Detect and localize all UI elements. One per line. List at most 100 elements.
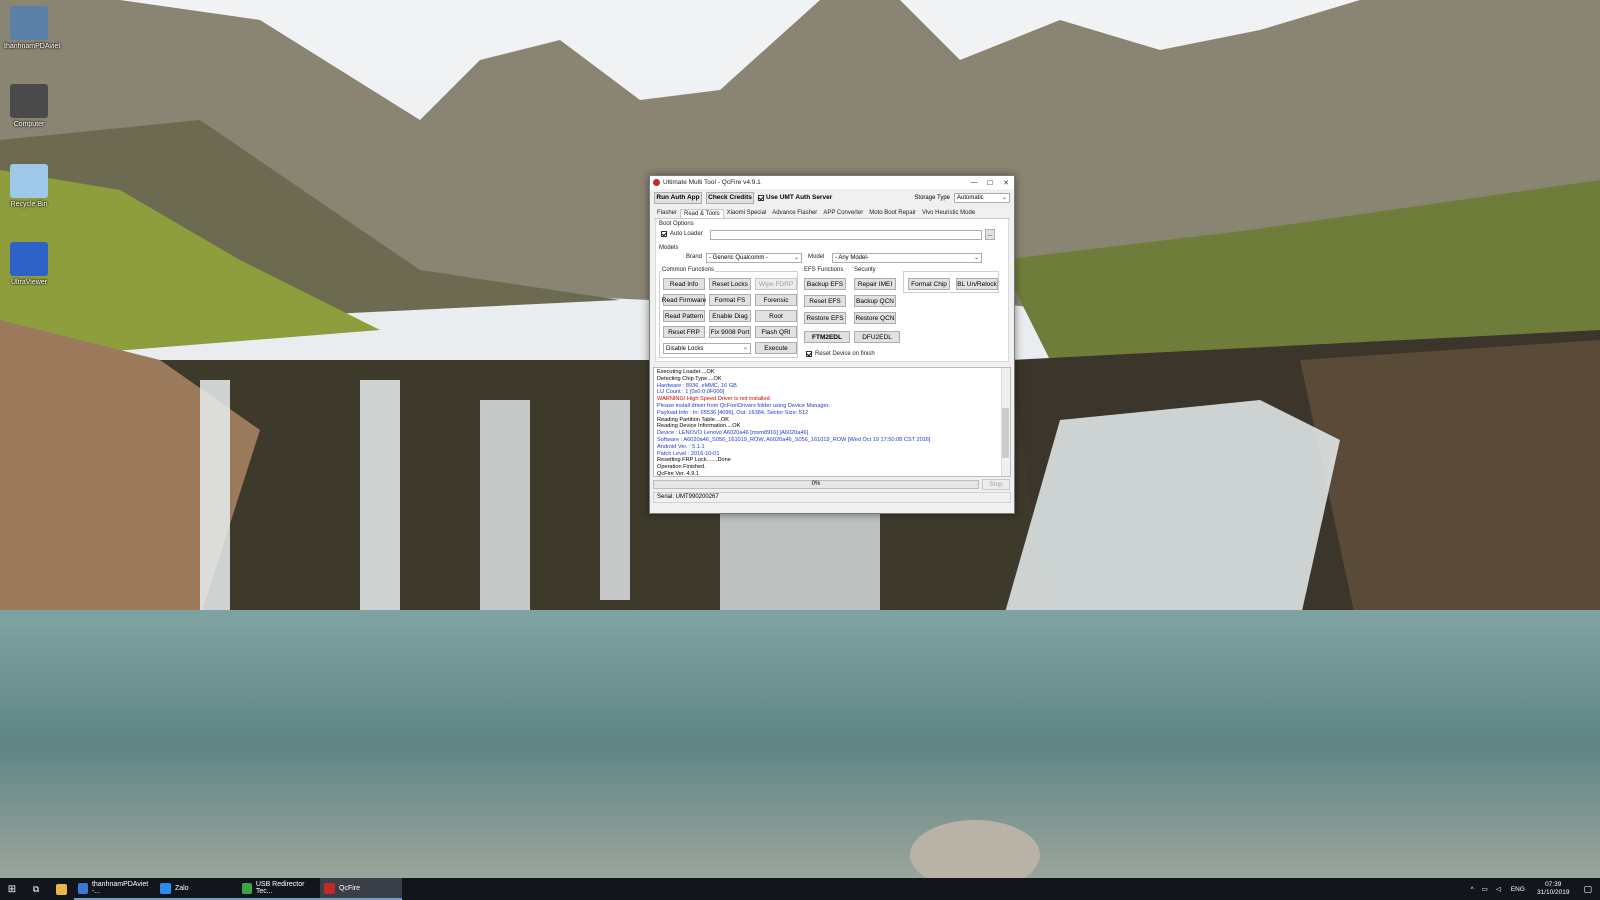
language-indicator[interactable]: ENG xyxy=(1505,886,1531,893)
execute-button[interactable]: Execute xyxy=(755,342,797,354)
computer-icon xyxy=(10,84,48,118)
log-rows: Executing Loader....OK Detecting Chip Typ… xyxy=(657,369,1007,477)
storage-type-select[interactable]: Automatic ⌄ xyxy=(954,192,1010,203)
start-button[interactable]: ⊞ xyxy=(0,878,24,900)
ftm2edl-button[interactable]: FTM2EDL xyxy=(804,331,850,343)
reset-frp-button[interactable]: Reset FRP xyxy=(663,326,705,338)
chevron-down-icon: ⌄ xyxy=(1001,194,1007,201)
taskbar-item-usb-redirector[interactable]: USB Redirector Tec... xyxy=(238,878,320,900)
tab-app-converter[interactable]: APP Converter xyxy=(820,209,866,218)
brand-select[interactable]: - Generic Qualcomm - ⌄ xyxy=(706,253,802,263)
desktop-icon-label: Recycle Bin xyxy=(10,201,48,208)
wipe-fdrp-button[interactable]: Wipe FDRP xyxy=(755,278,797,290)
maximize-button[interactable]: ☐ xyxy=(982,179,998,187)
clock[interactable]: 07:39 31/10/2019 xyxy=(1531,881,1576,897)
network-icon[interactable]: ▭ xyxy=(1478,885,1492,893)
clock-date: 31/10/2019 xyxy=(1536,889,1570,896)
monitor-icon xyxy=(10,6,48,40)
models-label: Models xyxy=(659,245,679,251)
reset-locks-button[interactable]: Reset Locks xyxy=(709,278,751,290)
format-fs-button[interactable]: Format FS xyxy=(709,294,751,306)
backup-qcn-button[interactable]: Backup QCN xyxy=(854,295,896,307)
log-line: Executing Loader....OK xyxy=(657,369,715,375)
reset-device-label: Reset Device on finish xyxy=(815,351,875,357)
tab-vivo-heuristic-mode[interactable]: Vivo Heuristic Mode xyxy=(919,209,978,218)
log-line: LU Count : 1 [0x0:0:0F000] xyxy=(657,389,725,396)
flash-qri-button[interactable]: Flash QRI xyxy=(755,326,797,338)
restore-efs-button[interactable]: Restore EFS xyxy=(804,312,846,324)
folder-icon xyxy=(55,883,67,895)
auto-loader-checkbox[interactable] xyxy=(661,231,667,237)
zalo-icon xyxy=(160,882,171,894)
read-info-button[interactable]: Read Info xyxy=(663,278,705,290)
repair-imei-button[interactable]: Repair IMEI xyxy=(854,278,896,290)
log-line: Patch Level : 2016-10-01 xyxy=(657,450,720,457)
boot-options-label: Boot Options xyxy=(659,221,694,227)
volume-icon[interactable]: ◁ xyxy=(1492,885,1505,893)
model-select[interactable]: - Any Model- ⌄ xyxy=(832,253,982,263)
taskbar-item-zalo[interactable]: Zalo xyxy=(156,878,238,900)
use-umt-auth-checkbox[interactable] xyxy=(758,194,764,201)
chevron-down-icon: ⌄ xyxy=(742,345,748,351)
desktop-icon-thanhnampdaviet[interactable]: thanhnamPDAviet xyxy=(4,6,60,50)
tab-xiaomi-special[interactable]: Xiaomi Special xyxy=(724,209,770,218)
serial-text: Serial: UMT990200267 xyxy=(657,494,719,500)
progress-bar: 0% xyxy=(653,480,979,489)
model-label: Model xyxy=(808,254,825,260)
tab-read-tools[interactable]: Read & Tools xyxy=(680,209,724,218)
stop-button[interactable]: Stop xyxy=(982,479,1010,490)
format-chip-button[interactable]: Format Chip xyxy=(908,278,950,290)
tab-moto-boot-repair[interactable]: Moto Boot Repair xyxy=(866,209,919,218)
bl-unrelock-button[interactable]: BL Un/Relock xyxy=(956,278,998,290)
file-explorer-button[interactable] xyxy=(48,878,74,900)
show-hidden-icons-icon[interactable]: ^ xyxy=(1467,886,1478,893)
loader-path-input[interactable] xyxy=(710,230,982,240)
lock-action-value: Disable Locks xyxy=(666,345,704,352)
taskbar-item-label: thanhnamPDAviet -... xyxy=(91,881,149,895)
taskbar-item-qcfire[interactable]: QcFire xyxy=(320,878,402,900)
log-output[interactable]: Executing Loader....OK Detecting Chip Typ… xyxy=(653,367,1011,477)
notifications-icon[interactable]: ▢ xyxy=(1575,884,1600,895)
log-line: Reading Partition Table....OK xyxy=(657,416,730,423)
lock-action-select[interactable]: Disable Locks ⌄ xyxy=(663,343,751,354)
tab-advance-flasher[interactable]: Advance Flasher xyxy=(769,209,820,218)
log-line: Android Ver. : 5.1.1 xyxy=(657,443,705,450)
window-titlebar[interactable]: Ultimate Multi Tool - QcFire v4.9.1 — ☐ … xyxy=(650,176,1014,189)
windows-logo-icon: ⊞ xyxy=(7,883,17,895)
security-label: Security xyxy=(854,267,876,273)
run-auth-app-button[interactable]: Run Auth App xyxy=(654,191,702,204)
enable-diag-button[interactable]: Enable Diag xyxy=(709,310,751,322)
task-view-button[interactable]: ⧉ xyxy=(24,878,48,900)
browse-loader-button[interactable]: ... xyxy=(985,229,995,240)
check-credits-button[interactable]: Check Credits xyxy=(706,191,754,204)
root-button[interactable]: Root xyxy=(755,310,797,322)
tab-flasher[interactable]: Flasher xyxy=(654,209,680,218)
log-scrollbar[interactable] xyxy=(1001,368,1010,476)
desktop-icon-ultraviewer[interactable]: UltraViewer xyxy=(4,242,54,286)
backup-efs-button[interactable]: Backup EFS xyxy=(804,278,846,290)
desktop-icon-recycle-bin[interactable]: Recycle Bin xyxy=(4,164,54,208)
dfu2edl-button[interactable]: DFU2EDL xyxy=(854,331,900,343)
log-line: Reading Device Information....OK xyxy=(657,423,741,430)
chrome-icon xyxy=(78,882,88,894)
storage-type-value: Automatic xyxy=(957,194,984,201)
log-line: Software : A6020a46_S056_161019_ROW, A60… xyxy=(657,436,931,443)
auto-loader-label: Auto Loader xyxy=(670,231,703,237)
log-line: Payload Info : In: 65536 [4096], Out: 16… xyxy=(657,409,809,416)
chevron-down-icon: ⌄ xyxy=(973,255,979,261)
fix-9008-port-button[interactable]: Fix 9008 Port xyxy=(709,326,751,338)
minimize-button[interactable]: — xyxy=(966,179,982,186)
log-line: Operation Finished. xyxy=(657,464,706,471)
scrollbar-thumb[interactable] xyxy=(1002,408,1009,458)
read-pattern-button[interactable]: Read Pattern xyxy=(663,310,705,322)
forensic-button[interactable]: Forensic xyxy=(755,294,797,306)
reset-efs-button[interactable]: Reset EFS xyxy=(804,295,846,307)
read-firmware-button[interactable]: Read Firmware xyxy=(662,294,706,306)
brand-value: - Generic Qualcomm - xyxy=(709,255,769,261)
restore-qcn-button[interactable]: Restore QCN xyxy=(854,312,896,324)
taskbar-item-thanhnampdaviet[interactable]: thanhnamPDAviet -... xyxy=(74,878,156,900)
log-line: QcFire Ver. 4.9.1 xyxy=(657,470,699,477)
close-button[interactable]: ✕ xyxy=(998,179,1014,187)
reset-device-checkbox[interactable] xyxy=(806,351,812,357)
desktop-icon-computer[interactable]: Computer xyxy=(4,84,54,128)
